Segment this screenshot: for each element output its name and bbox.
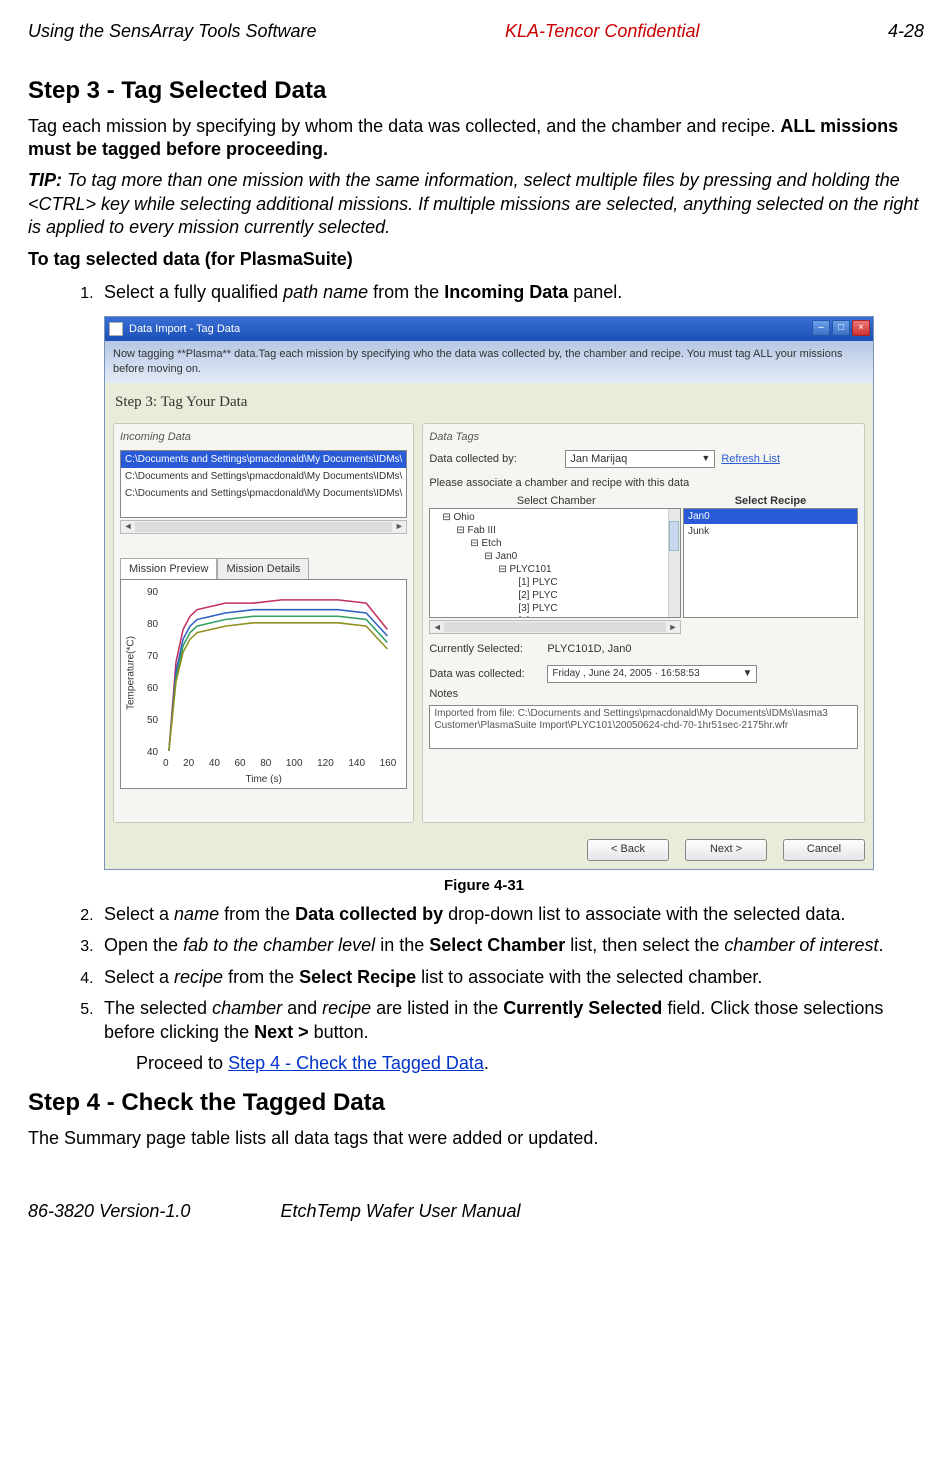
tree-h-scrollbar[interactable]: ◄ ► <box>429 620 681 634</box>
step3-intro: Tag each mission by specifying by whom t… <box>28 115 924 162</box>
list-h-scrollbar[interactable]: ◄ ► <box>120 520 407 534</box>
proceed-link[interactable]: Step 4 - Check the Tagged Data <box>228 1053 484 1073</box>
step3-subhead: To tag selected data (for PlasmaSuite) <box>28 248 924 271</box>
tree-node[interactable]: [4] PLYC <box>434 615 676 618</box>
step3-li4: Select a recipe from the Select Recipe l… <box>98 966 924 989</box>
step3-li1: Select a fully qualified path name from … <box>98 281 924 895</box>
step3-li2: Select a name from the Data collected by… <box>98 903 924 926</box>
recipe-listbox[interactable]: Jan0 Junk <box>683 508 858 618</box>
cancel-button[interactable]: Cancel <box>783 839 865 861</box>
scroll-right-icon[interactable]: ► <box>392 521 406 533</box>
window-icon <box>109 322 123 336</box>
incoming-data-listbox[interactable]: C:\Documents and Settings\pmacdonald\My … <box>120 450 407 518</box>
chamber-tree[interactable]: ⊟ Ohio ⊟ Fab III ⊟ Etch ⊟ Jan0 ⊟ PLYC101… <box>429 508 681 618</box>
step3-list: Select a fully qualified path name from … <box>28 281 924 1075</box>
step4-body: The Summary page table lists all data ta… <box>28 1127 924 1150</box>
tab-mission-details[interactable]: Mission Details <box>217 558 309 579</box>
mission-tabs: Mission Preview Mission Details <box>120 558 407 579</box>
associate-text: Please associate a chamber and recipe wi… <box>429 476 858 490</box>
proceed-line: Proceed to Step 4 - Check the Tagged Dat… <box>136 1052 924 1075</box>
step3-heading: Step 3 - Tag Selected Data <box>28 75 924 106</box>
screenshot-data-import: Data Import - Tag Data – □ × Now tagging… <box>104 316 874 869</box>
footer-left: 86-3820 Version-1.0 <box>28 1200 190 1223</box>
chart-x-axis-label: Time (s) <box>121 773 406 786</box>
wizard-buttons: < Back Next > Cancel <box>105 831 873 869</box>
tree-node[interactable]: [2] PLYC <box>434 589 676 602</box>
select-chamber-head: Select Chamber <box>429 494 683 508</box>
date-collected-field[interactable]: Friday , June 24, 2005 · 16:58:53 ▼ <box>547 665 757 683</box>
tip-body: To tag more than one mission with the sa… <box>28 170 918 237</box>
tree-scrollbar[interactable] <box>668 509 680 617</box>
tree-node[interactable]: ⊟ PLYC101 <box>434 563 676 576</box>
list-item[interactable]: Junk <box>684 524 857 539</box>
next-button[interactable]: Next > <box>685 839 767 861</box>
mission-preview-chart: Temperature(*C) 90 80 70 60 50 40 <box>120 579 407 789</box>
tree-node[interactable]: ⊟ Fab III <box>434 524 676 537</box>
minimize-button[interactable]: – <box>812 320 830 336</box>
page-header: Using the SensArray Tools Software KLA-T… <box>28 20 924 43</box>
step4-heading: Step 4 - Check the Tagged Data <box>28 1087 924 1118</box>
wizard-step-title: Step 3: Tag Your Data <box>105 383 873 419</box>
scroll-right-icon[interactable]: ► <box>666 622 680 634</box>
refresh-list-link[interactable]: Refresh List <box>721 452 780 466</box>
footer-center: EtchTemp Wafer User Manual <box>280 1200 520 1223</box>
figure-caption: Figure 4-31 <box>104 876 924 896</box>
tab-mission-preview[interactable]: Mission Preview <box>120 558 217 579</box>
list-item[interactable]: C:\Documents and Settings\pmacdonald\My … <box>121 485 406 502</box>
page-footer: 86-3820 Version-1.0 EtchTemp Wafer User … <box>28 1200 924 1223</box>
tree-node[interactable]: ⊟ Ohio <box>434 511 676 524</box>
chart-y-axis-label: Temperature(*C) <box>125 636 138 710</box>
header-left: Using the SensArray Tools Software <box>28 20 316 43</box>
incoming-data-panel: Incoming Data C:\Documents and Settings\… <box>113 423 414 823</box>
data-tags-panel: Data Tags Data collected by: Jan Marijaq… <box>422 423 865 823</box>
chevron-down-icon: ▼ <box>742 667 752 680</box>
step3-intro-a: Tag each mission by specifying by whom t… <box>28 116 780 136</box>
scroll-left-icon[interactable]: ◄ <box>121 521 135 533</box>
collected-by-combo[interactable]: Jan Marijaq ▼ <box>565 450 715 468</box>
window-titlebar[interactable]: Data Import - Tag Data – □ × <box>105 317 873 341</box>
tree-node[interactable]: ⊟ Jan0 <box>434 550 676 563</box>
close-button[interactable]: × <box>852 320 870 336</box>
currently-selected-label: Currently Selected: <box>429 642 541 656</box>
incoming-data-head: Incoming Data <box>120 430 407 444</box>
select-recipe-head: Select Recipe <box>683 494 858 508</box>
notes-label: Notes <box>429 687 858 701</box>
back-button[interactable]: < Back <box>587 839 669 861</box>
header-center: KLA-Tencor Confidential <box>505 20 699 43</box>
tree-node[interactable]: [3] PLYC <box>434 602 676 615</box>
chevron-down-icon: ▼ <box>701 453 710 465</box>
date-collected-label: Data was collected: <box>429 667 541 681</box>
tree-node[interactable]: ⊟ Etch <box>434 537 676 550</box>
data-tags-head: Data Tags <box>429 430 858 444</box>
window-title: Data Import - Tag Data <box>129 322 240 336</box>
step3-li5: The selected chamber and recipe are list… <box>98 997 924 1075</box>
collected-by-label: Data collected by: <box>429 452 559 466</box>
tree-node[interactable]: [1] PLYC <box>434 576 676 589</box>
list-item[interactable]: C:\Documents and Settings\pmacdonald\My … <box>121 468 406 485</box>
scroll-left-icon[interactable]: ◄ <box>430 622 444 634</box>
step3-li3: Open the fab to the chamber level in the… <box>98 934 924 957</box>
chart-plot-svg <box>167 590 396 754</box>
tip-label: TIP: <box>28 170 62 190</box>
currently-selected-value: PLYC101D, Jan0 <box>547 642 631 656</box>
wizard-banner: Now tagging **Plasma** data.Tag each mis… <box>105 341 873 383</box>
notes-textarea[interactable]: Imported from file: C:\Documents and Set… <box>429 705 858 749</box>
list-item[interactable]: C:\Documents and Settings\pmacdonald\My … <box>121 451 406 468</box>
list-item[interactable]: Jan0 <box>684 509 857 524</box>
maximize-button[interactable]: □ <box>832 320 850 336</box>
header-right: 4-28 <box>888 20 924 43</box>
step3-tip: TIP: To tag more than one mission with t… <box>28 169 924 239</box>
